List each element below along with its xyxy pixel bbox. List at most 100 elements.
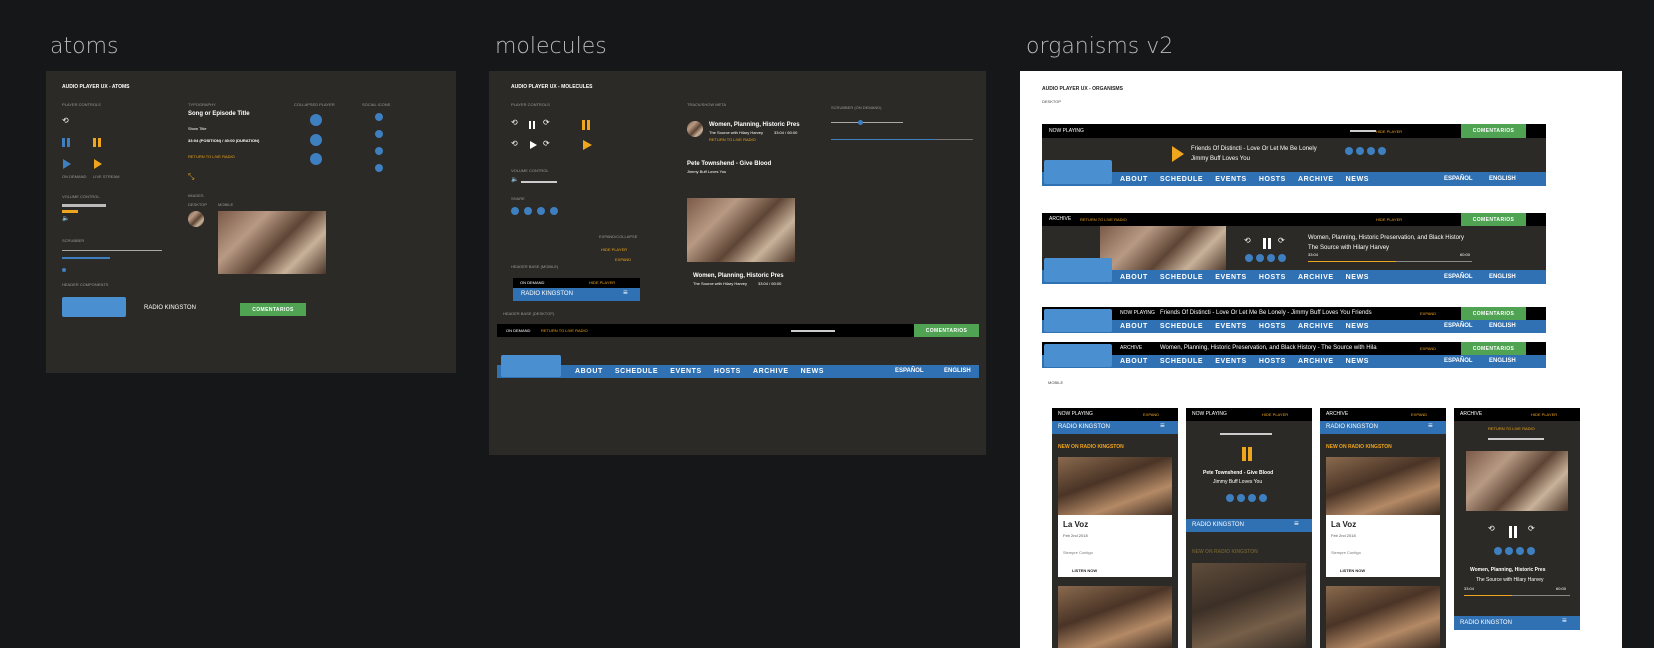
mobile2-email-icon[interactable]	[1259, 494, 1267, 502]
np-logo[interactable]	[1044, 160, 1112, 184]
mobile4-pause-icon[interactable]	[1509, 526, 1517, 538]
cnp-comentarios[interactable]: COMENTARIOS	[1461, 307, 1526, 320]
scrubber-track[interactable]	[62, 250, 162, 251]
play-icon-blue[interactable]	[63, 159, 71, 169]
nav-schedule[interactable]: SCHEDULE	[615, 368, 658, 375]
rewind-icon[interactable]: ⟲	[511, 119, 518, 127]
np-facebook-icon[interactable]	[1345, 147, 1353, 155]
twitter-icon[interactable]	[524, 207, 532, 215]
ar-scrubber-progress[interactable]	[1308, 261, 1396, 262]
collapsed-play-icon[interactable]	[310, 153, 322, 165]
nav-events[interactable]: EVENTS	[1215, 358, 1247, 365]
speaker-icon[interactable]: 🔈	[511, 177, 518, 183]
scrubber-track-1[interactable]	[831, 122, 903, 123]
desktop-return-live[interactable]: RETURN TO LIVE RADIO	[541, 329, 588, 333]
atoms-return-live[interactable]: RETURN TO LIVE RADIO	[188, 155, 235, 159]
molecules-frame[interactable]: AUDIO PLAYER UX - MOLECULES PLAYER CONTR…	[489, 71, 986, 455]
molecules-comentarios-button[interactable]: COMENTARIOS	[914, 324, 979, 337]
mobile2-pause-icon[interactable]	[1242, 447, 1252, 461]
nav-about[interactable]: ABOUT	[575, 368, 603, 375]
mobile4-rewind-icon[interactable]: ⟲	[1488, 525, 1495, 533]
scrubber-handle[interactable]	[62, 268, 66, 272]
mobile2-facebook-icon[interactable]	[1226, 494, 1234, 502]
pause-icon-blue[interactable]	[62, 138, 70, 147]
molecules-english[interactable]: ENGLISH	[944, 368, 971, 374]
nav-events[interactable]: EVENTS	[1215, 323, 1247, 330]
twitter-icon[interactable]	[375, 130, 383, 138]
organisms-frame[interactable]: AUDIO PLAYER UX - ORGANISMS DESKTOP NOW …	[1020, 71, 1622, 648]
atoms-comentarios-button[interactable]: COMENTARIOS	[240, 303, 306, 316]
mobile4-email-icon[interactable]	[1527, 547, 1535, 555]
link-icon[interactable]	[375, 147, 383, 155]
mobile1-hamburger-icon[interactable]: ≡	[1160, 422, 1165, 430]
nav-archive[interactable]: ARCHIVE	[1298, 358, 1334, 365]
link-icon[interactable]	[537, 207, 545, 215]
volume-bar-light[interactable]	[62, 204, 106, 207]
scrubber-progress-2[interactable]	[831, 139, 935, 140]
mobile4-forward-icon[interactable]: ⟳	[1528, 525, 1535, 533]
nav-events[interactable]: EVENTS	[670, 368, 702, 375]
ar-english[interactable]: ENGLISH	[1489, 274, 1516, 280]
ar-comentarios[interactable]: COMENTARIOS	[1461, 213, 1526, 226]
hamburger-icon[interactable]: ≡	[623, 289, 628, 297]
mobile4-hamburger-icon[interactable]: ≡	[1562, 617, 1567, 625]
nav-schedule[interactable]: SCHEDULE	[1160, 358, 1203, 365]
mobile4-hide-player[interactable]: HIDE PLAYER	[1531, 413, 1557, 417]
email-icon[interactable]	[375, 164, 383, 172]
mobile4-volume[interactable]	[1488, 438, 1544, 440]
nav-events[interactable]: EVENTS	[1215, 176, 1247, 183]
ar-rewind-icon[interactable]: ⟲	[1244, 237, 1251, 245]
ar-twitter-icon[interactable]	[1256, 254, 1264, 262]
play-icon-orange[interactable]	[94, 159, 102, 169]
mobile2-volume[interactable]	[1220, 433, 1272, 435]
nav-archive[interactable]: ARCHIVE	[753, 368, 789, 375]
play-icon-orange[interactable]	[583, 140, 592, 150]
nav-about[interactable]: ABOUT	[1120, 358, 1148, 365]
cnp-espanol[interactable]: ESPAÑOL	[1444, 323, 1473, 329]
nav-hosts[interactable]: HOSTS	[1259, 323, 1286, 330]
nav-schedule[interactable]: SCHEDULE	[1160, 274, 1203, 281]
nav-about[interactable]: ABOUT	[1120, 274, 1148, 281]
facebook-icon[interactable]	[511, 207, 519, 215]
expand-link[interactable]: EXPAND	[615, 258, 631, 262]
forward-icon-2[interactable]: ⟳	[543, 140, 550, 148]
nav-news[interactable]: NEWS	[1346, 274, 1369, 281]
np-email-icon[interactable]	[1378, 147, 1386, 155]
mobile2-link-icon[interactable]	[1248, 494, 1256, 502]
np-twitter-icon[interactable]	[1356, 147, 1364, 155]
car-logo[interactable]	[1044, 344, 1112, 367]
cnp-english[interactable]: ENGLISH	[1489, 323, 1516, 329]
nav-schedule[interactable]: SCHEDULE	[1160, 323, 1203, 330]
mobile2-hide-player[interactable]: HIDE PLAYER	[1262, 413, 1288, 417]
np-espanol[interactable]: ESPAÑOL	[1444, 176, 1473, 182]
ar-hide-player[interactable]: HIDE PLAYER	[1376, 218, 1402, 222]
mobile2-hamburger-icon[interactable]: ≡	[1294, 520, 1299, 528]
cnp-logo[interactable]	[1044, 309, 1112, 332]
nav-hosts[interactable]: HOSTS	[1259, 358, 1286, 365]
np-play-icon[interactable]	[1172, 146, 1184, 162]
car-expand[interactable]: EXPAND	[1420, 347, 1436, 351]
rewind-icon[interactable]: ⟲	[62, 117, 69, 125]
mobile4-return-live[interactable]: RETURN TO LIVE RADIO	[1488, 427, 1535, 431]
scrubber-handle-1[interactable]	[858, 120, 863, 125]
email-icon[interactable]	[550, 207, 558, 215]
speaker-icon[interactable]: 🔈	[62, 216, 69, 222]
nav-archive[interactable]: ARCHIVE	[1298, 323, 1334, 330]
radio-kingston-logo[interactable]	[62, 297, 126, 317]
volume-bar-orange[interactable]	[62, 210, 78, 213]
track1-return-live[interactable]: RETURN TO LIVE RADIO	[709, 138, 756, 142]
molecules-espanol[interactable]: ESPAÑOL	[895, 368, 924, 374]
nav-schedule[interactable]: SCHEDULE	[1160, 176, 1203, 183]
nav-about[interactable]: ABOUT	[1120, 176, 1148, 183]
forward-icon[interactable]: ⟳	[543, 119, 550, 127]
mobile4-screen[interactable]	[1454, 408, 1580, 630]
nav-news[interactable]: NEWS	[801, 368, 824, 375]
np-link-icon[interactable]	[1367, 147, 1375, 155]
ar-return-live[interactable]: RETURN TO LIVE RADIO	[1080, 218, 1127, 222]
ar-espanol[interactable]: ESPAÑOL	[1444, 274, 1473, 280]
mobile4-scrubber-progress[interactable]	[1464, 595, 1512, 596]
mobile2-twitter-icon[interactable]	[1237, 494, 1245, 502]
hide-player-link[interactable]: HIDE PLAYER	[601, 248, 627, 252]
desktop-volume-slider[interactable]	[791, 330, 835, 332]
facebook-icon[interactable]	[375, 113, 383, 121]
